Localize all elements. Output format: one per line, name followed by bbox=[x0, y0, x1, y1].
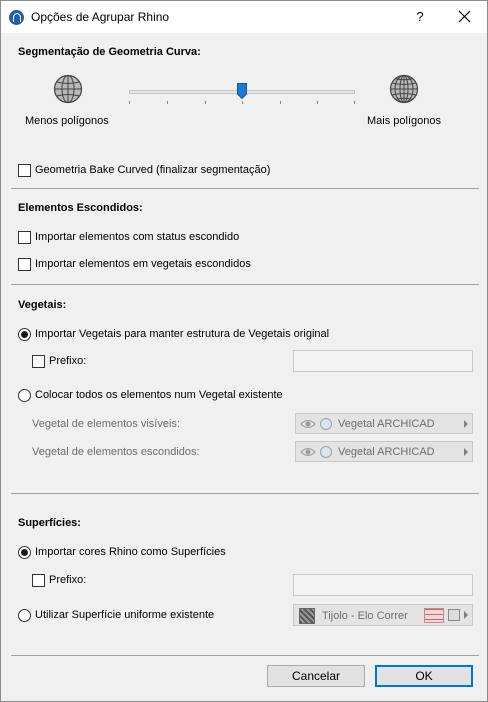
hidden-layer-dropdown[interactable]: Vegetal ARCHICAD bbox=[295, 441, 473, 462]
section-divider bbox=[11, 493, 479, 494]
slider-tick bbox=[129, 101, 130, 104]
surfaces-prefix-field[interactable] bbox=[293, 574, 473, 596]
title-bar: Opções de Agrupar Rhino ? bbox=[1, 1, 487, 33]
surfaces-heading: Superfícies: bbox=[18, 517, 81, 529]
keep-layers-label[interactable]: Importar Vegetais para manter estrutura … bbox=[35, 328, 329, 340]
slider-tick bbox=[317, 101, 318, 104]
import-colors-radio[interactable] bbox=[18, 546, 31, 559]
chevron-right-icon bbox=[464, 420, 468, 428]
section-divider bbox=[11, 655, 479, 656]
slider-tick bbox=[280, 101, 281, 104]
visible-layer-dropdown[interactable]: Vegetal ARCHICAD bbox=[295, 413, 473, 434]
layers-prefix-label[interactable]: Prefixo: bbox=[49, 355, 86, 367]
slider-tick bbox=[167, 101, 168, 104]
section-divider bbox=[11, 188, 479, 189]
bake-curved-checkbox[interactable] bbox=[18, 164, 31, 177]
cancel-button[interactable]: Cancelar bbox=[267, 665, 365, 687]
ok-button[interactable]: OK bbox=[375, 665, 473, 687]
min-polygons-label: Menos polígonos bbox=[25, 115, 109, 127]
hidden-layer-label: Vegetal de elementos escondidos: bbox=[32, 446, 200, 458]
close-button[interactable] bbox=[447, 5, 483, 29]
dialog-window: Opções de Agrupar Rhino ? Segmentação de… bbox=[0, 0, 488, 702]
keep-layers-radio[interactable] bbox=[18, 328, 31, 341]
uniform-surface-radio[interactable] bbox=[18, 609, 31, 622]
brick-pattern-icon bbox=[424, 608, 444, 623]
segmentation-heading: Segmentação de Geometria Curva: bbox=[18, 46, 201, 58]
layer-icon bbox=[320, 418, 332, 430]
bake-curved-label[interactable]: Geometria Bake Curved (finalizar segment… bbox=[35, 164, 270, 176]
chevron-right-icon bbox=[464, 611, 468, 619]
import-hidden-label[interactable]: Importar elementos com status escondido bbox=[35, 231, 239, 243]
surface-value: Tijolo - Elo Correr bbox=[322, 610, 408, 622]
existing-layer-radio[interactable] bbox=[18, 389, 31, 402]
eye-icon bbox=[300, 420, 316, 428]
layers-heading: Vegetais: bbox=[18, 299, 67, 311]
import-hidden-checkbox[interactable] bbox=[18, 231, 31, 244]
help-button[interactable]: ? bbox=[405, 5, 435, 29]
visible-layer-label: Vegetal de elementos visíveis: bbox=[32, 418, 180, 430]
globe-icon bbox=[53, 74, 83, 104]
surface-swatch-icon bbox=[299, 608, 315, 624]
import-hidden-layers-label[interactable]: Importar elementos em vegetais escondido… bbox=[35, 258, 251, 270]
slider-tick bbox=[354, 101, 355, 104]
uniform-surface-label[interactable]: Utilizar Superfície uniforme existente bbox=[35, 609, 214, 621]
image-icon bbox=[448, 609, 460, 621]
surfaces-prefix-label[interactable]: Prefixo: bbox=[49, 574, 86, 586]
surface-dropdown[interactable]: Tijolo - Elo Correr bbox=[293, 604, 473, 626]
eye-icon bbox=[300, 448, 316, 456]
globe-icon bbox=[389, 74, 419, 104]
segmentation-slider-thumb[interactable] bbox=[237, 83, 247, 99]
app-icon bbox=[9, 10, 24, 25]
hidden-layer-value: Vegetal ARCHICAD bbox=[338, 446, 435, 458]
layer-icon bbox=[320, 446, 332, 458]
visible-layer-value: Vegetal ARCHICAD bbox=[338, 418, 435, 430]
slider-tick bbox=[242, 101, 243, 104]
max-polygons-label: Mais polígonos bbox=[367, 115, 441, 127]
hidden-elements-heading: Elementos Escondidos: bbox=[18, 202, 143, 214]
layers-prefix-field[interactable] bbox=[293, 350, 473, 372]
layers-prefix-checkbox[interactable] bbox=[32, 355, 45, 368]
window-title: Opções de Agrupar Rhino bbox=[31, 10, 170, 24]
dialog-content: Segmentação de Geometria Curva: Menos po… bbox=[1, 33, 487, 701]
surfaces-prefix-checkbox[interactable] bbox=[32, 574, 45, 587]
chevron-right-icon bbox=[464, 448, 468, 456]
section-divider bbox=[11, 284, 479, 285]
slider-tick bbox=[205, 101, 206, 104]
import-colors-label[interactable]: Importar cores Rhino como Superfícies bbox=[35, 546, 226, 558]
close-icon bbox=[458, 10, 471, 23]
existing-layer-label[interactable]: Colocar todos os elementos num Vegetal e… bbox=[35, 389, 283, 401]
import-hidden-layers-checkbox[interactable] bbox=[18, 258, 31, 271]
